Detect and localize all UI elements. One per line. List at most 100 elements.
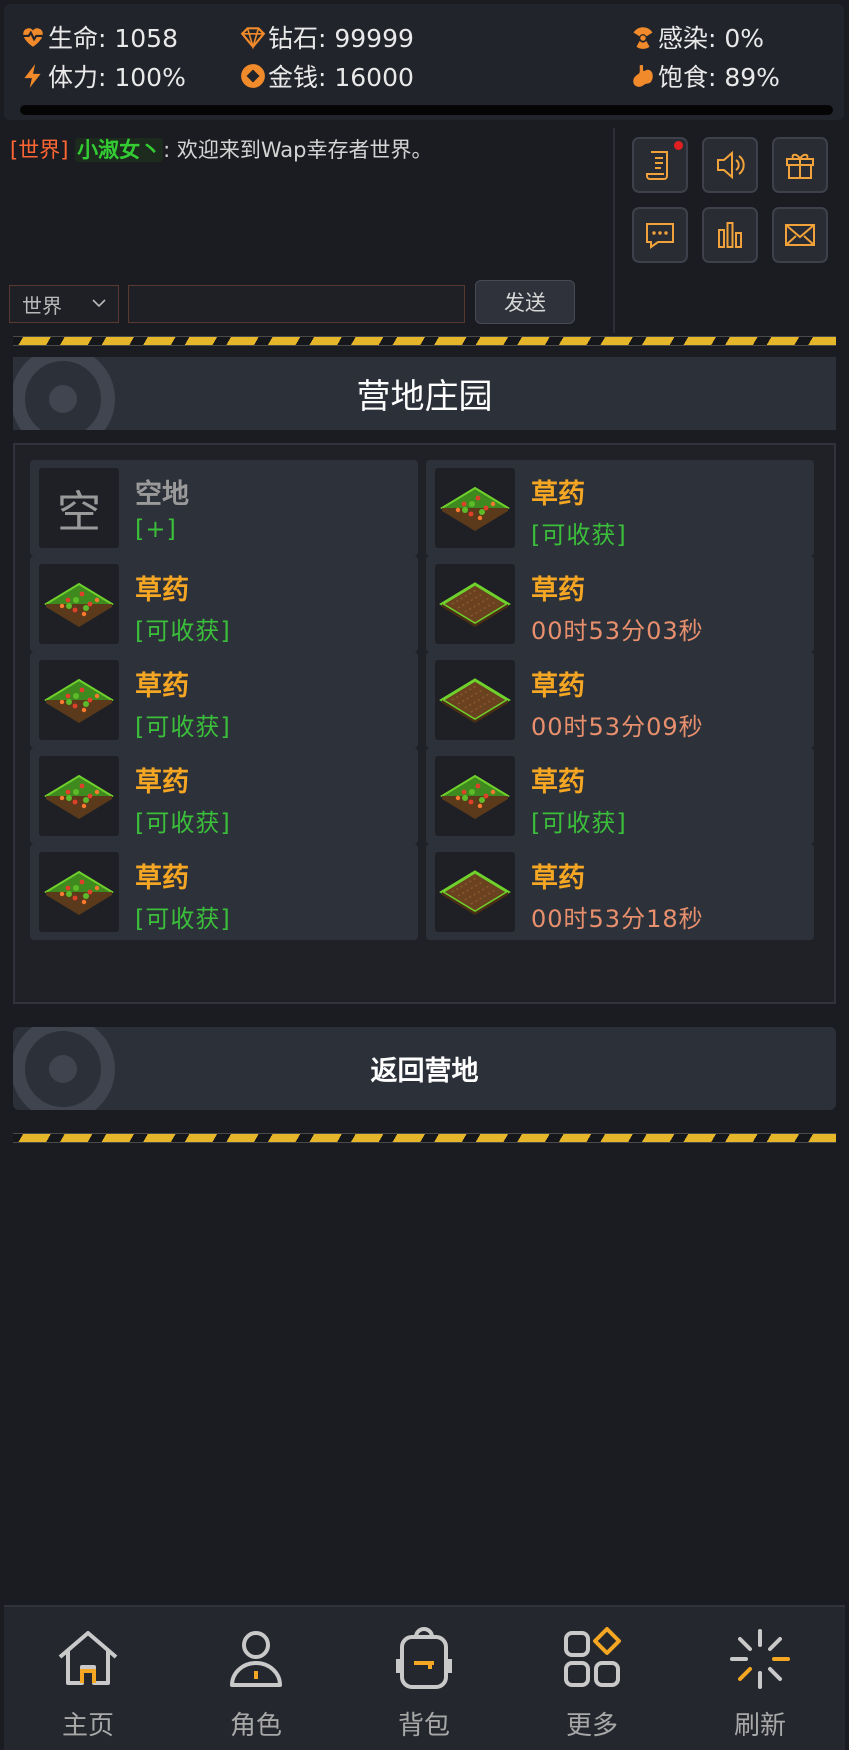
herb-plot-growing-icon — [439, 678, 511, 723]
chat-message: [世界] 小淑女丶: 欢迎来到Wap幸存者世界。 — [10, 134, 432, 164]
hazard-divider — [13, 336, 836, 346]
plot-name: 草药 — [531, 575, 585, 606]
money-stat: 金钱: 16000 — [240, 58, 414, 94]
plot-name: 草药 — [135, 767, 189, 798]
plot-thumb — [435, 468, 515, 548]
hp-label: 生命: 1058 — [48, 24, 178, 53]
farm-plot-grid: 空空地 [+] 草药 [可收获] 草药 [可收获] 草药 00时53分03秒 草药 [可收获] 草药… — [13, 443, 836, 1004]
herb-plot-ready-icon — [44, 678, 114, 723]
plot-name: 草药 — [531, 863, 585, 894]
back-button-label: 返回营地 — [370, 1056, 479, 1087]
plot-name: 草药 — [531, 671, 585, 702]
hazard-divider — [13, 1133, 836, 1143]
diamond-icon — [240, 24, 266, 50]
channel-select[interactable]: 世界 — [9, 285, 119, 323]
farm-plot[interactable]: 草药 [可收获] — [30, 844, 418, 940]
page-title-bar: 营地庄园 — [13, 357, 836, 430]
plot-name: 草药 — [531, 479, 585, 510]
herb-plot-ready-icon — [44, 870, 114, 915]
farm-plot[interactable]: 草药 00时53分18秒 — [426, 844, 814, 940]
plot-name: 草药 — [531, 767, 585, 798]
farm-plot[interactable]: 空 空地 [+] — [30, 460, 418, 556]
sound-button[interactable] — [702, 137, 758, 193]
herb-plot-growing-icon — [439, 582, 511, 627]
page-title: 营地庄园 — [356, 377, 493, 417]
scroll-icon — [646, 151, 668, 180]
plot-status: 00时53分03秒 — [531, 617, 704, 645]
infection-stat: 感染: 0% — [630, 19, 764, 55]
satiety-label: 饱食: 89% — [658, 63, 780, 92]
back-to-camp-button[interactable]: 返回营地 — [13, 1027, 836, 1110]
status-progress-bar — [20, 105, 833, 115]
bottom-nav: 主页 角色 背包 更多 刷新 — [4, 1605, 845, 1750]
emblem-watermark-icon — [13, 1027, 115, 1110]
farm-plot[interactable]: 草药 [可收获] — [30, 652, 418, 748]
empty-plot-glyph: 空 — [57, 487, 101, 538]
chat-input[interactable] — [128, 285, 465, 323]
chat-button[interactable] — [632, 207, 688, 263]
plot-thumb — [39, 756, 119, 836]
home-icon — [58, 1631, 118, 1685]
plot-status[interactable]: [可收获] — [531, 515, 627, 550]
nav-bag[interactable]: 背包 — [340, 1607, 508, 1750]
plot-thumb — [39, 660, 119, 740]
hp-stat: 生命: 1058 — [20, 19, 178, 55]
chevron-down-icon — [92, 299, 106, 308]
refresh-spinner-icon — [730, 1629, 790, 1689]
stomach-icon — [630, 63, 656, 89]
plot-thumb — [435, 756, 515, 836]
plot-status[interactable]: [可收获] — [135, 707, 231, 742]
heart-pulse-icon — [20, 24, 46, 50]
stamina-label: 体力: 100% — [48, 63, 186, 92]
bar-chart-icon — [718, 222, 742, 248]
farm-plot[interactable]: 草药 [可收获] — [30, 556, 418, 652]
envelope-icon — [785, 224, 815, 246]
plot-name: 草药 — [135, 575, 189, 606]
plot-status[interactable]: [可收获] — [135, 899, 231, 934]
task-log-button[interactable] — [632, 137, 688, 193]
emblem-watermark-icon — [13, 357, 115, 430]
plot-status[interactable]: [可收获] — [531, 803, 627, 838]
plot-thumb — [39, 852, 119, 932]
chat-divider — [613, 128, 615, 333]
speaker-icon — [717, 150, 745, 180]
plot-thumb — [39, 564, 119, 644]
plot-thumb — [435, 852, 515, 932]
chat-channel-tag[interactable]: [世界] — [10, 138, 68, 162]
farm-plot[interactable]: 草药 [可收获] — [30, 748, 418, 844]
chat-panel: [世界] 小淑女丶: 欢迎来到Wap幸存者世界。 世界 发送 — [0, 126, 612, 326]
farm-plot[interactable]: 草药 [可收获] — [426, 460, 814, 556]
nav-home-label: 主页 — [61, 1711, 114, 1741]
nav-role[interactable]: 角色 — [172, 1607, 340, 1750]
mail-button[interactable] — [772, 207, 828, 263]
nav-role-label: 角色 — [229, 1711, 282, 1741]
stamina-stat: 体力: 100% — [20, 58, 186, 94]
gift-button[interactable] — [772, 137, 828, 193]
chat-bubble-icon — [646, 223, 674, 249]
nav-bag-label: 背包 — [397, 1711, 450, 1741]
farm-plot[interactable]: 草药 00时53分09秒 — [426, 652, 814, 748]
notification-dot — [674, 141, 683, 150]
herb-plot-ready-icon — [440, 486, 510, 531]
nav-more[interactable]: 更多 — [508, 1607, 676, 1750]
plot-status[interactable]: [可收获] — [135, 611, 231, 646]
coin-icon — [240, 63, 266, 89]
chat-sender[interactable]: 小淑女丶 — [75, 138, 164, 162]
diamond-stat: 钻石: 99999 — [240, 19, 414, 55]
nav-refresh-label: 刷新 — [733, 1711, 786, 1741]
satiety-stat: 饱食: 89% — [630, 58, 780, 94]
plot-thumb — [435, 564, 515, 644]
plot-name: 草药 — [135, 671, 189, 702]
send-button[interactable]: 发送 — [475, 280, 575, 324]
ranking-button[interactable] — [702, 207, 758, 263]
farm-plot[interactable]: 草药 [可收获] — [426, 748, 814, 844]
nav-more-label: 更多 — [565, 1711, 618, 1741]
lightning-icon — [20, 63, 46, 89]
radiation-icon — [630, 24, 656, 50]
grid-apps-icon — [564, 1627, 621, 1687]
nav-refresh[interactable]: 刷新 — [676, 1607, 844, 1750]
plot-status[interactable]: [+] — [135, 515, 177, 543]
farm-plot[interactable]: 草药 00时53分03秒 — [426, 556, 814, 652]
plot-status[interactable]: [可收获] — [135, 803, 231, 838]
nav-home[interactable]: 主页 — [4, 1607, 172, 1750]
